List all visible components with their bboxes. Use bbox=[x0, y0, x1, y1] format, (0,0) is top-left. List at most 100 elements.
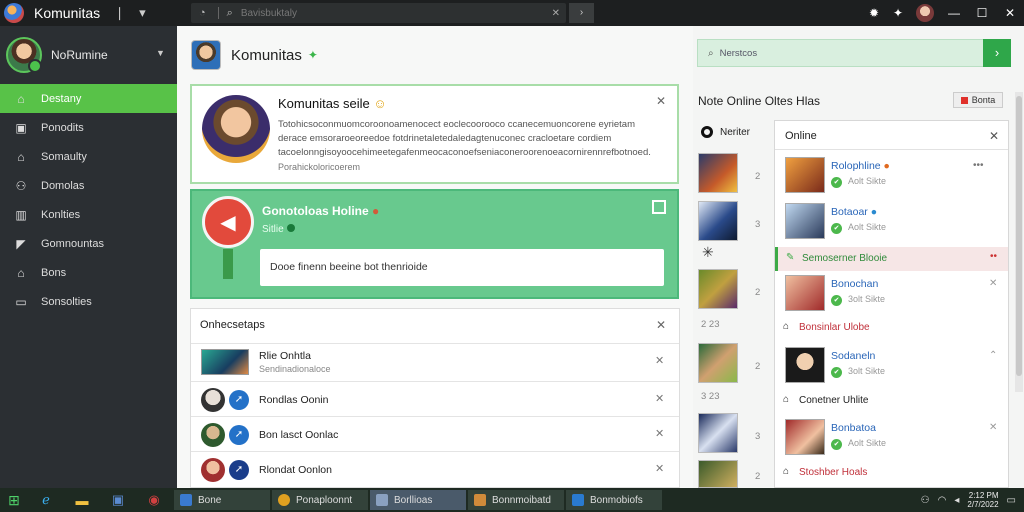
close-icon[interactable]: ✕ bbox=[655, 462, 664, 475]
friend-item[interactable]: Bonbatoa Aolt Sikte ✕ bbox=[775, 415, 1008, 461]
sidebar-item-ponodits[interactable]: ▣ Ponodits bbox=[0, 113, 177, 142]
close-button[interactable]: ✕ bbox=[996, 6, 1024, 20]
more-icon[interactable]: ••• bbox=[973, 160, 984, 171]
search-box[interactable]: ◔ ⌕ Bavisbuktaly ✕ bbox=[191, 3, 566, 23]
people-icon[interactable]: ⚇ bbox=[921, 495, 930, 506]
card-heading: Komunitas seile ☺ bbox=[278, 96, 387, 111]
app-logo bbox=[4, 3, 24, 23]
close-icon[interactable]: ✕ bbox=[656, 94, 666, 108]
close-icon[interactable]: ✕ bbox=[989, 129, 999, 143]
clock[interactable]: 2:12 PM 2/7/2022 bbox=[967, 491, 998, 509]
settings-icon[interactable]: ✹ bbox=[862, 6, 886, 20]
community-bar[interactable]: ⌂ Conetner Uhlite bbox=[775, 389, 1008, 413]
notice-search[interactable]: ⌕ Nerstcos › bbox=[697, 39, 1011, 67]
friend-item[interactable]: Bonochan 3olt Sikte ✕ bbox=[775, 271, 1008, 317]
sidebar-item-gomnountas[interactable]: ◤ Gomnountas bbox=[0, 229, 177, 258]
store-icon[interactable]: ▣ bbox=[100, 492, 136, 508]
clock-time: 2:12 PM bbox=[968, 491, 999, 500]
scrollbar-thumb[interactable] bbox=[1016, 96, 1022, 376]
verified-icon: ● bbox=[870, 206, 878, 218]
app-icon bbox=[572, 494, 584, 506]
user-avatar[interactable] bbox=[6, 37, 42, 73]
scrollbar[interactable] bbox=[1015, 92, 1023, 392]
announcement-input[interactable]: Dooe finenn beeine bot thenrioide bbox=[260, 249, 664, 286]
sidebar-item-konlties[interactable]: ▥ Konlties bbox=[0, 200, 177, 229]
game-thumbnail[interactable] bbox=[698, 269, 738, 309]
game-thumbnail[interactable] bbox=[698, 413, 738, 453]
close-icon[interactable]: ✕ bbox=[989, 278, 997, 289]
dropdown-arrow-icon[interactable]: ▾ bbox=[139, 5, 146, 21]
share-icon[interactable]: ➚ bbox=[229, 425, 249, 445]
menu-bar-icon[interactable]: ❘ bbox=[114, 5, 125, 21]
page-header: Komunitas ✦ bbox=[191, 40, 318, 70]
share-icon[interactable]: ➚ bbox=[229, 390, 249, 410]
sidebar-item-destany[interactable]: ⌂ Destany bbox=[0, 84, 177, 113]
chevron-down-icon[interactable]: ▼ bbox=[156, 48, 165, 58]
announcement-checkbox[interactable] bbox=[652, 200, 666, 214]
game-thumbnail[interactable] bbox=[698, 153, 738, 193]
close-icon[interactable]: ✕ bbox=[989, 422, 997, 433]
taskbar-item[interactable]: Bone bbox=[174, 490, 270, 510]
sidebar-item-somaulty[interactable]: ⌂ Somaulty bbox=[0, 142, 177, 171]
list-item[interactable]: Rlie Onhtla Sendinadionaloce ✕ bbox=[191, 343, 679, 378]
browser-icon[interactable]: ℯ bbox=[28, 492, 64, 508]
close-icon[interactable]: ✕ bbox=[655, 392, 664, 405]
list-item[interactable]: ➚ Rlondat Oonlon ✕ bbox=[191, 451, 679, 486]
game-thumbnail[interactable] bbox=[698, 460, 738, 488]
maximize-button[interactable]: ☐ bbox=[968, 6, 996, 20]
game-thumbnail[interactable] bbox=[698, 201, 738, 241]
bookmark-icon[interactable]: ◔ bbox=[199, 7, 206, 19]
sidebar-item-domolas[interactable]: ⚇ Domolas bbox=[0, 171, 177, 200]
pencil-icon: ✎ bbox=[786, 252, 795, 263]
close-icon[interactable]: ✕ bbox=[656, 318, 666, 332]
share-icon[interactable]: ➚ bbox=[229, 460, 249, 480]
status-badge[interactable]: Bonta bbox=[953, 92, 1003, 108]
community-bar[interactable]: ✎ Semoserner Blooie •• bbox=[775, 247, 1008, 271]
friend-item[interactable]: Sodaneln 3olt Sikte ⌃ bbox=[775, 343, 1008, 389]
game-icon[interactable]: ◉ bbox=[136, 492, 172, 508]
volume-icon[interactable]: ◂ bbox=[954, 495, 959, 506]
close-icon[interactable]: ✕ bbox=[655, 354, 664, 367]
start-button[interactable]: ⊞ bbox=[0, 488, 28, 512]
game-thumbnail[interactable] bbox=[698, 343, 738, 383]
go-button[interactable]: › bbox=[983, 39, 1011, 67]
clear-icon[interactable]: ✕ bbox=[552, 8, 560, 19]
sidebar-profile[interactable]: NoRumine bbox=[0, 26, 177, 84]
list-item[interactable]: ➚ Bon lasct Oonlac ✕ bbox=[191, 416, 679, 451]
taskbar-item[interactable]: Ponaploonnt bbox=[272, 490, 368, 510]
profile-avatar[interactable] bbox=[916, 4, 934, 22]
friend-item[interactable]: Rolophline ● Aolt Sikte ••• bbox=[775, 153, 1008, 199]
sidebar-item-bons[interactable]: ⌂ Bons bbox=[0, 258, 177, 287]
group-thumbnail bbox=[201, 349, 249, 375]
taskbar-item[interactable]: Borllioas bbox=[370, 490, 466, 510]
member-avatar bbox=[201, 423, 225, 447]
bar-label: Conetner Uhlite bbox=[799, 395, 869, 406]
list-item[interactable]: ➚ Rondlas Oonin ✕ bbox=[191, 381, 679, 416]
close-icon[interactable]: ✕ bbox=[655, 427, 664, 440]
chevron-up-icon[interactable]: ⌃ bbox=[989, 350, 997, 361]
sidebar-item-label: Destany bbox=[41, 92, 82, 105]
notification-icon[interactable]: ▭ bbox=[1007, 495, 1016, 506]
wifi-icon[interactable]: ◠ bbox=[938, 495, 947, 506]
forward-button[interactable]: › bbox=[569, 3, 594, 23]
friend-item[interactable]: Botaoar ● Aolt Sikte bbox=[775, 199, 1008, 245]
people-icon: ⚇ bbox=[15, 178, 27, 193]
groups-card: Onhecsetaps ✕ Rlie Onhtla Sendinadionalo… bbox=[190, 308, 680, 488]
friend-status: Aolt Sikte bbox=[831, 176, 886, 188]
sidebar-item-sonsolties[interactable]: ▭ Sonsolties bbox=[0, 287, 177, 316]
minimize-button[interactable]: — bbox=[940, 6, 968, 20]
notice-text: Nerstcos bbox=[719, 47, 758, 59]
announcement-card: ◀ Gonotoloas Holine ● Sitlie Dooe finenn… bbox=[190, 189, 679, 299]
community-bar[interactable]: ⌂ Bonsinlar Ulobe bbox=[775, 316, 1008, 340]
bar-label: Stoshber Hoals bbox=[799, 467, 868, 478]
taskbar-item[interactable]: Bonnmoibatd bbox=[468, 490, 564, 510]
taskbar-item[interactable]: Bonmobiofs bbox=[566, 490, 662, 510]
sidebar-item-label: Sonsolties bbox=[41, 295, 92, 308]
more-icon[interactable]: •• bbox=[990, 251, 997, 262]
puzzle-icon[interactable]: ✦ bbox=[886, 6, 910, 20]
search-input[interactable]: Bavisbuktaly bbox=[241, 8, 297, 19]
circle-icon bbox=[701, 126, 713, 138]
community-bar[interactable]: ⌂ Stoshber Hoals bbox=[775, 461, 1008, 485]
folder-icon[interactable]: ▬ bbox=[64, 493, 100, 508]
megaphone-stand bbox=[223, 249, 233, 279]
